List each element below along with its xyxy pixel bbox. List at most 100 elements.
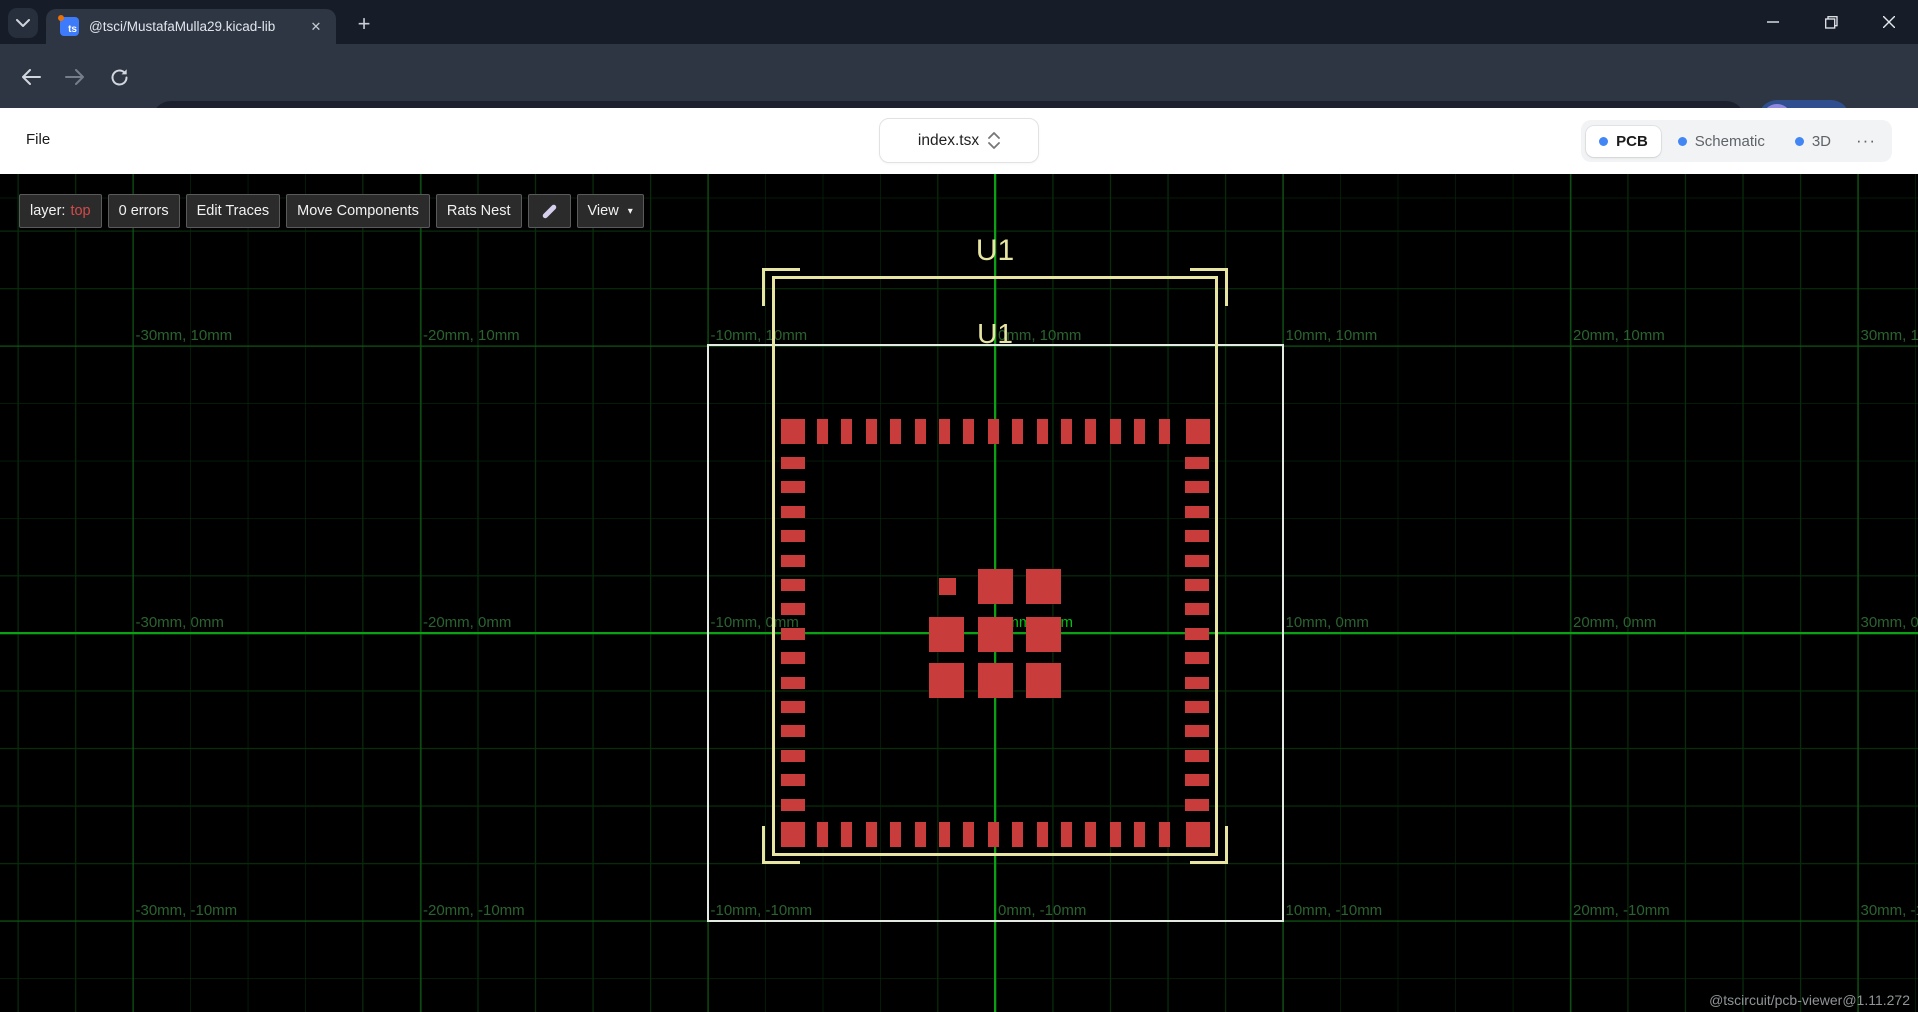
pcb-pad (1159, 419, 1170, 444)
pcb-pad (866, 419, 877, 444)
rats-nest-button[interactable]: Rats Nest (436, 194, 522, 228)
window-controls (1744, 0, 1918, 44)
pcb-pad (781, 481, 805, 493)
component-courtyard (772, 276, 1218, 856)
grid-label: 20mm, 0mm (1573, 614, 1656, 631)
file-menu[interactable]: File (26, 131, 50, 148)
tab-search-button[interactable] (8, 8, 38, 38)
courtyard-corner-tl (762, 268, 800, 306)
pcb-pad (939, 419, 950, 444)
pcb-pad (1185, 481, 1209, 493)
browser-tab[interactable]: ts @tsci/MustafaMulla29.kicad-lib ✕ (46, 9, 336, 44)
tab-3d[interactable]: 3D (1782, 126, 1844, 157)
window-minimize-button[interactable] (1744, 0, 1802, 44)
view-menu-button[interactable]: View▾ (577, 194, 644, 228)
grid-label: -20mm, -10mm (423, 902, 525, 919)
pcb-pad (1134, 822, 1145, 847)
grid-label: 20mm, -10mm (1573, 902, 1670, 919)
view-overflow-button[interactable]: ··· (1848, 131, 1884, 151)
pcb-pad (1159, 822, 1170, 847)
forward-button[interactable] (64, 66, 86, 88)
pcb-pad (781, 506, 805, 518)
pcb-pad (1037, 419, 1048, 444)
edit-traces-button[interactable]: Edit Traces (186, 194, 281, 228)
pcb-pad (1186, 419, 1210, 444)
pcb-pad (781, 725, 805, 737)
errors-button[interactable]: 0 errors (108, 194, 180, 228)
pcb-pad (1061, 419, 1072, 444)
pcb-pad (781, 822, 805, 847)
file-selector-dropdown[interactable]: index.tsx (879, 118, 1039, 163)
pcb-pad (1185, 701, 1209, 713)
edit-silkscreen-button[interactable] (528, 194, 571, 228)
new-tab-button[interactable]: + (350, 10, 378, 38)
pcb-pad (1085, 822, 1096, 847)
grid-label: -30mm, -10mm (136, 902, 238, 919)
chevron-up-down-icon (988, 132, 1000, 149)
tab-pcb[interactable]: PCB (1586, 126, 1661, 157)
pcb-pad (929, 663, 964, 698)
pcb-pad (1012, 822, 1023, 847)
back-button[interactable] (20, 66, 42, 88)
pcb-pad (1186, 822, 1210, 847)
pcb-dot-icon (1599, 137, 1608, 146)
pcb-pad (781, 603, 805, 615)
pcb-pad (929, 617, 964, 652)
layer-button[interactable]: layer:top (19, 194, 102, 228)
window-close-button[interactable] (1860, 0, 1918, 44)
pcb-pad (1185, 677, 1209, 689)
pcb-pad (978, 617, 1013, 652)
pcb-toolbar: layer:top 0 errors Edit Traces Move Comp… (19, 194, 644, 228)
schematic-dot-icon (1678, 137, 1687, 146)
reload-button[interactable] (108, 66, 130, 88)
pcb-pad (988, 419, 999, 444)
pcb-pad (1185, 603, 1209, 615)
grid-label: -20mm, 10mm (423, 327, 520, 344)
grid-label: -30mm, 0mm (136, 614, 224, 631)
pcb-pad (1110, 419, 1121, 444)
pcb-pad (781, 652, 805, 664)
pcb-pad (781, 750, 805, 762)
pcb-pad (939, 578, 956, 595)
grid-label: 10mm, 10mm (1286, 327, 1378, 344)
pcb-pad (1012, 419, 1023, 444)
pcb-pad (781, 555, 805, 567)
pcb-pad (1026, 617, 1061, 652)
component-reference: U1 (976, 234, 1014, 268)
restore-icon (1825, 16, 1838, 29)
tab-close-icon[interactable]: ✕ (306, 17, 326, 37)
layer-value: top (70, 203, 90, 219)
window-restore-button[interactable] (1802, 0, 1860, 44)
pencil-icon (541, 203, 557, 219)
move-components-button[interactable]: Move Components (286, 194, 430, 228)
pcb-pad (1185, 555, 1209, 567)
grid-label: 10mm, -10mm (1286, 902, 1383, 919)
viewer-version-label: @tscircuit/pcb-viewer@1.11.272 (1709, 992, 1910, 1008)
close-icon (1883, 16, 1895, 28)
pcb-pad (1037, 822, 1048, 847)
pcb-canvas[interactable]: layer:top 0 errors Edit Traces Move Comp… (0, 174, 1918, 1012)
pcb-pad (1185, 506, 1209, 518)
pcb-pad (890, 822, 901, 847)
tab-schematic[interactable]: Schematic (1665, 126, 1778, 157)
pcb-pad (1185, 457, 1209, 469)
pcb-pad (1185, 530, 1209, 542)
pcb-pad (1185, 799, 1209, 811)
pcb-pad (841, 419, 852, 444)
chevron-down-icon (16, 19, 30, 27)
pcb-pad (781, 579, 805, 591)
back-arrow-icon (21, 69, 41, 85)
tab-favicon-ts-icon: ts (60, 17, 79, 36)
pcb-pad (1185, 774, 1209, 786)
pcb-pad (963, 419, 974, 444)
pcb-pad (939, 822, 950, 847)
minimize-icon (1767, 16, 1779, 28)
grid-label: -20mm, 0mm (423, 614, 511, 631)
pcb-pad (890, 419, 901, 444)
browser-toolbar: localhost:3020/#file=index.tsx&main_comp… (0, 44, 1918, 108)
pcb-pad (781, 701, 805, 713)
grid-label: 30mm, 10mm (1861, 327, 1918, 344)
pcb-pad (841, 822, 852, 847)
threed-dot-icon (1795, 137, 1804, 146)
reload-icon (110, 68, 129, 87)
